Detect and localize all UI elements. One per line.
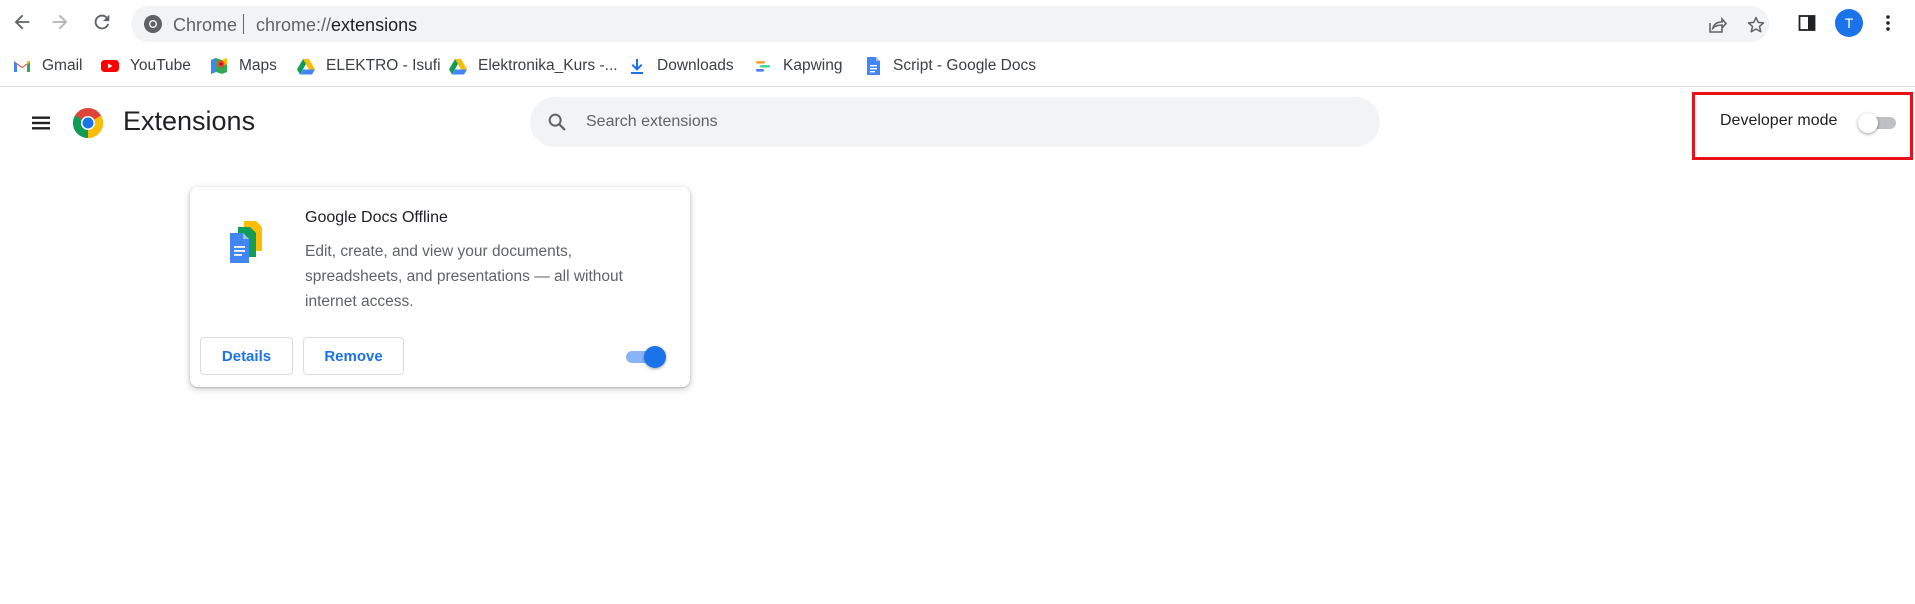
bookmark-label: Downloads: [657, 57, 734, 74]
header-divider: [0, 86, 1915, 87]
search-input[interactable]: [586, 97, 1346, 147]
details-button[interactable]: Details: [200, 337, 293, 375]
bookmark-label: YouTube: [130, 57, 191, 74]
bookmark-elektro-isufi[interactable]: ELEKTRO - Isufi: [296, 52, 441, 80]
chrome-logo-icon: [72, 108, 104, 138]
omnibox[interactable]: Chrome chrome://extensions: [131, 6, 1769, 42]
download-icon: [627, 56, 647, 76]
bookmarks-bar: Gmail YouTube Maps ELEKTRO - Isufi Elekt…: [0, 48, 1915, 86]
remove-button[interactable]: Remove: [303, 337, 404, 375]
chrome-site-icon: [144, 15, 162, 33]
gmail-icon: [12, 56, 32, 76]
toggle-knob: [1858, 113, 1878, 133]
hamburger-menu-icon: [32, 116, 50, 130]
bookmark-label: Elektronika_Kurs -...: [478, 57, 618, 74]
side-panel-button[interactable]: [1793, 9, 1821, 37]
youtube-icon: [100, 56, 120, 76]
search-extensions-box[interactable]: [530, 97, 1380, 147]
google-drive-icon: [296, 56, 316, 76]
arrow-left-icon: [14, 14, 30, 30]
profile-avatar[interactable]: T: [1835, 9, 1863, 37]
browser-toolbar: Chrome chrome://extensions T: [0, 0, 1915, 48]
star-icon: [1747, 16, 1765, 33]
developer-mode-label: Developer mode: [1720, 112, 1838, 129]
extension-card: Google Docs Offline Edit, create, and vi…: [190, 187, 690, 387]
extension-name: Google Docs Offline: [305, 209, 448, 226]
omnibox-site-label: Chrome: [173, 15, 238, 35]
page-title: Extensions: [123, 106, 256, 136]
omnibox-url[interactable]: chrome://extensions: [256, 15, 417, 36]
side-panel-icon: [1798, 15, 1816, 31]
search-icon: [548, 113, 566, 131]
bookmark-gmail[interactable]: Gmail: [12, 52, 82, 80]
maps-icon: [209, 56, 229, 76]
reload-icon: [94, 14, 110, 30]
extension-description: Edit, create, and view your documents, s…: [305, 243, 623, 310]
extension-enable-toggle[interactable]: [624, 345, 668, 369]
developer-mode-toggle[interactable]: [1858, 112, 1898, 134]
url-scheme: chrome://: [256, 15, 332, 35]
bookmark-elektronika-kurs[interactable]: Elektronika_Kurs -...: [448, 52, 618, 80]
kapwing-icon: [753, 56, 773, 76]
bookmark-label: ELEKTRO - Isufi: [326, 57, 441, 74]
chrome-menu-button[interactable]: [1874, 9, 1902, 37]
google-docs-offline-icon: [230, 221, 262, 263]
bookmark-label: Gmail: [42, 57, 83, 74]
back-button[interactable]: [7, 7, 37, 37]
google-docs-icon: [863, 56, 883, 76]
reload-button[interactable]: [87, 7, 117, 37]
bookmark-star-button[interactable]: [1744, 13, 1768, 37]
bookmark-downloads[interactable]: Downloads: [627, 52, 734, 80]
bookmark-label: Kapwing: [783, 57, 843, 74]
main-menu-button[interactable]: [26, 108, 56, 138]
arrow-right-icon: [52, 14, 68, 30]
more-vert-icon: [1886, 15, 1890, 31]
omnibox-separator: [243, 14, 244, 34]
bookmark-kapwing[interactable]: Kapwing: [753, 52, 842, 80]
bookmark-youtube[interactable]: YouTube: [100, 52, 191, 80]
share-button[interactable]: [1705, 13, 1729, 37]
bookmark-label: Maps: [239, 57, 277, 74]
share-icon: [1709, 16, 1727, 33]
bookmark-maps[interactable]: Maps: [209, 52, 277, 80]
bookmark-script-google-docs[interactable]: Script - Google Docs: [863, 52, 1036, 80]
toggle-knob: [644, 346, 666, 368]
forward-button[interactable]: [45, 7, 75, 37]
url-host: extensions: [331, 15, 418, 35]
google-drive-icon: [448, 56, 468, 76]
bookmark-label: Script - Google Docs: [893, 57, 1036, 74]
